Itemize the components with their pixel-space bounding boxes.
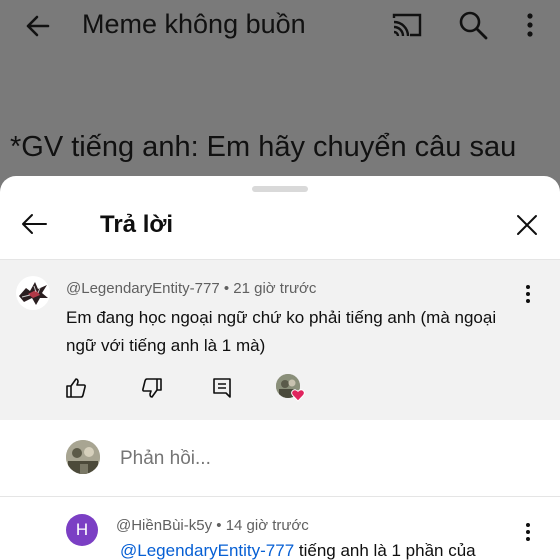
comment-author[interactable]: @LegendaryEntity-777	[66, 280, 220, 297]
reply-author[interactable]: @HiềnBùi-k5y	[116, 517, 212, 534]
close-icon[interactable]	[510, 208, 544, 242]
heart-icon	[291, 389, 305, 402]
reply-composer	[0, 420, 560, 496]
replies-sheet: Trả lời @LegendaryEntity-777 • 21 giờ tr…	[0, 176, 560, 560]
avatar	[66, 440, 100, 474]
more-vertical-icon[interactable]	[516, 8, 544, 42]
reply-text: @LegendaryEntity-777 tiếng anh là 1 phần…	[120, 541, 476, 560]
divider	[0, 496, 560, 497]
reply-meta: @HiềnBùi-k5y • 14 giờ trước	[116, 517, 309, 534]
more-vertical-icon[interactable]	[518, 282, 538, 306]
dragon-avatar-icon	[19, 282, 48, 305]
meta-separator: •	[216, 517, 226, 534]
mention-link[interactable]: @LegendaryEntity-777	[120, 541, 294, 560]
back-arrow-icon[interactable]	[20, 8, 56, 44]
parent-comment: @LegendaryEntity-777 • 21 giờ trước Em đ…	[0, 260, 560, 420]
video-title: Meme không buồn	[82, 9, 306, 39]
reply-time: 14 giờ trước	[225, 517, 309, 534]
comment-text: Em đang học ngoại ngữ chứ ko phải tiếng …	[66, 308, 497, 355]
video-header: Meme không buồn	[0, 0, 560, 52]
more-vertical-icon[interactable]	[518, 520, 538, 544]
sheet-title: Trả lời	[100, 211, 174, 238]
avatar[interactable]	[16, 276, 50, 310]
video-caption: *GV tiếng anh: Em hãy chuyển câu sau	[10, 131, 517, 163]
dislike-icon[interactable]	[140, 376, 164, 400]
reply-input[interactable]	[120, 448, 500, 470]
comment-meta: @LegendaryEntity-777 • 21 giờ trước	[66, 280, 316, 297]
reply-body: tiếng anh là 1 phần của	[294, 541, 476, 560]
reply-icon[interactable]	[210, 376, 234, 400]
meta-separator: •	[223, 280, 234, 297]
comment-time: 21 giờ trước	[233, 280, 317, 297]
avatar[interactable]: H	[66, 514, 98, 546]
search-icon[interactable]	[456, 8, 490, 42]
like-icon[interactable]	[64, 376, 88, 400]
back-arrow-icon[interactable]	[16, 206, 52, 242]
user-avatar-icon	[66, 440, 100, 474]
cast-icon[interactable]	[390, 8, 424, 42]
drag-handle[interactable]	[252, 186, 308, 192]
